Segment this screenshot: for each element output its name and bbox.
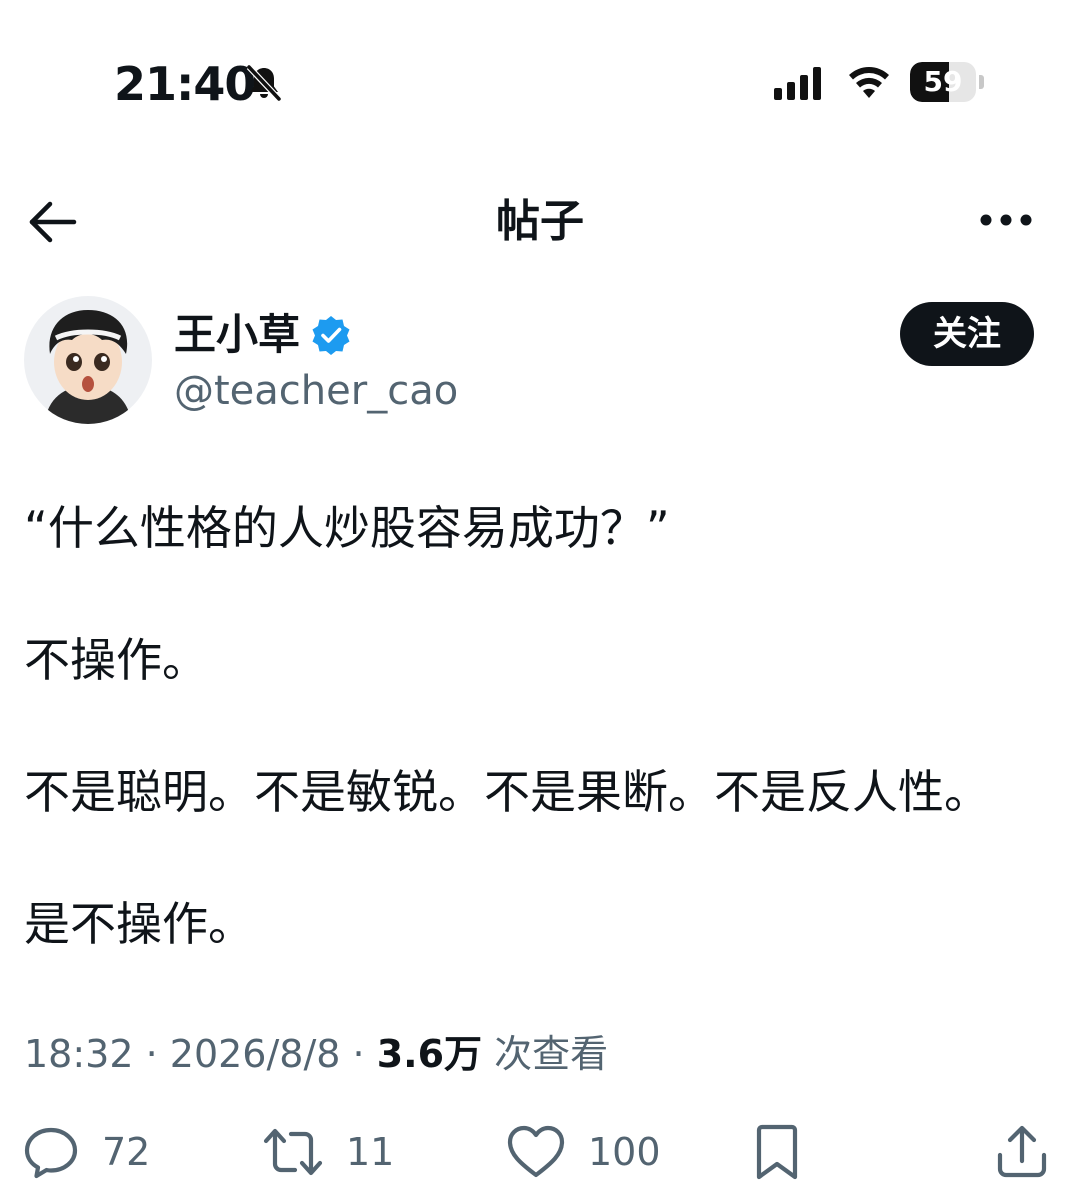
signal-icon xyxy=(774,67,821,100)
meta-separator: · xyxy=(340,1032,377,1076)
post-time: 18:32 xyxy=(24,1032,134,1076)
views-label[interactable]: 次查看 xyxy=(482,1032,608,1076)
heart-icon xyxy=(507,1125,565,1178)
battery-nub xyxy=(979,75,984,89)
author-handle[interactable]: @teacher_cao xyxy=(174,364,458,418)
reply-count: 72 xyxy=(102,1130,151,1174)
like-button[interactable]: 100 xyxy=(506,1120,661,1184)
wifi-icon xyxy=(849,67,889,98)
more-horizontal-icon[interactable] xyxy=(976,200,1036,240)
bell-off-icon xyxy=(246,64,282,102)
bookmark-icon xyxy=(756,1124,798,1180)
page-title: 帖子 xyxy=(496,196,584,247)
post-paragraph: 不操作。 xyxy=(24,633,208,687)
post-paragraph: “什么性格的人炒股容易成功？” xyxy=(24,501,670,555)
bookmark-button[interactable] xyxy=(752,1120,802,1184)
share-button[interactable] xyxy=(994,1120,1050,1184)
post-paragraph: 不是聪明。不是敏锐。不是果断。不是反人性。 xyxy=(24,765,990,819)
post-meta: 18:32 · 2026/8/8 · 3.6万 次查看 xyxy=(24,1026,608,1082)
avatar[interactable] xyxy=(24,296,152,424)
meta-separator: · xyxy=(133,1032,170,1076)
author-display-name[interactable]: 王小草 xyxy=(174,306,300,364)
status-time: 21:40 xyxy=(114,57,256,111)
back-arrow-icon[interactable] xyxy=(24,196,80,248)
reply-button[interactable]: 72 xyxy=(22,1120,150,1184)
retweet-icon xyxy=(263,1128,323,1176)
avatar-illustration xyxy=(24,296,152,424)
verified-badge-icon xyxy=(312,316,350,355)
retweet-count: 11 xyxy=(346,1130,395,1174)
battery-percentage: 59 xyxy=(923,65,963,98)
views-count[interactable]: 3.6万 xyxy=(377,1032,482,1076)
battery-icon: 59 xyxy=(910,62,986,102)
like-count: 100 xyxy=(588,1130,661,1174)
post-paragraph: 是不操作。 xyxy=(24,897,254,951)
retweet-button[interactable]: 11 xyxy=(262,1120,394,1184)
reply-bubble-icon xyxy=(24,1127,78,1179)
post-date: 2026/8/8 xyxy=(169,1032,341,1076)
share-icon xyxy=(997,1125,1047,1178)
follow-button[interactable]: 关注 xyxy=(900,302,1034,366)
